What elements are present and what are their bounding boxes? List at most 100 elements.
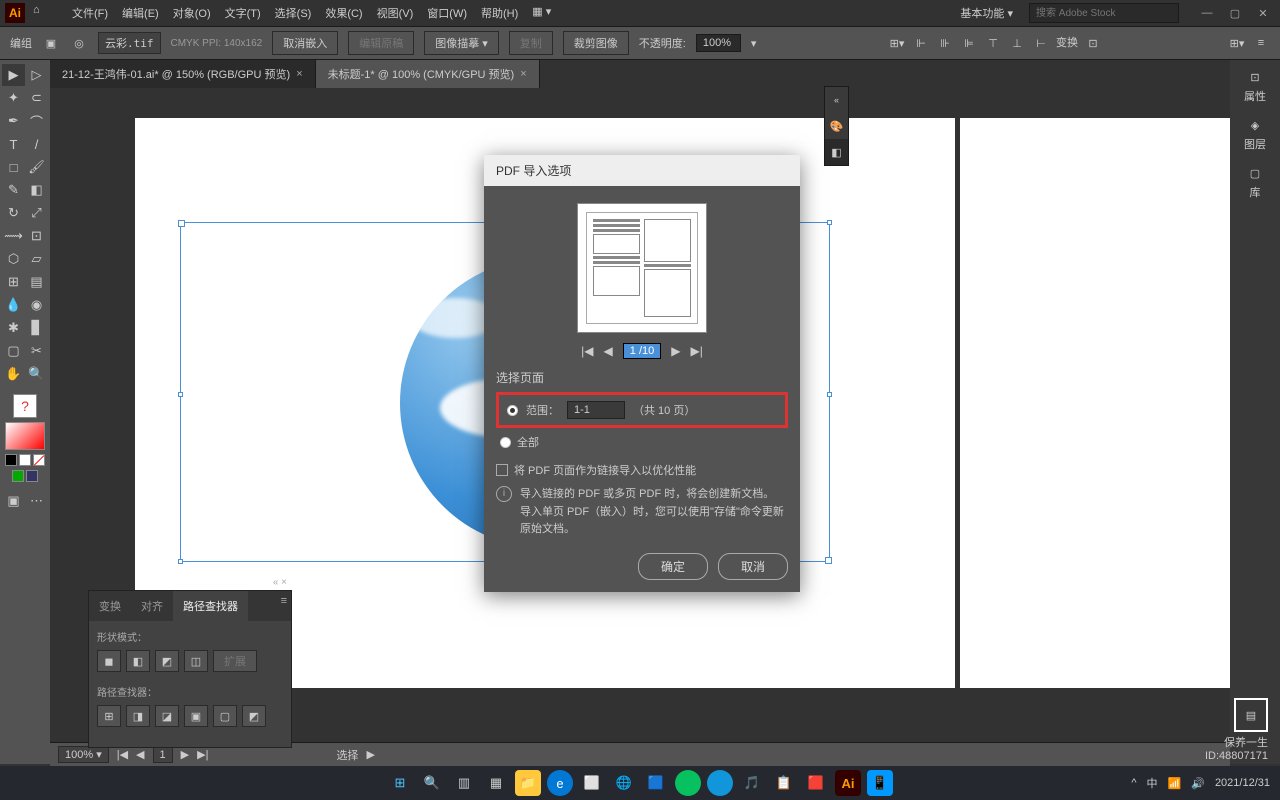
menu-file[interactable]: 文件(F) xyxy=(66,1,114,25)
libraries-panel-button[interactable]: ▢库 xyxy=(1246,164,1264,200)
illustrator-tb-icon[interactable]: Ai xyxy=(835,770,861,796)
range-radio[interactable] xyxy=(507,405,518,416)
cancel-embed-button[interactable]: 取消嵌入 xyxy=(272,31,338,55)
swatch-white[interactable] xyxy=(19,454,31,466)
fill-stroke-swatch[interactable] xyxy=(5,422,45,450)
range-input[interactable] xyxy=(567,401,625,419)
next-page-icon[interactable]: ▶ xyxy=(671,344,680,358)
swatch-none[interactable] xyxy=(33,454,45,466)
brush-tool[interactable]: 🖌 xyxy=(25,156,48,178)
workspace-dropdown[interactable]: 基本功能 ▾ xyxy=(952,3,1021,23)
close-button[interactable]: ✕ xyxy=(1251,4,1275,22)
swatch-icon[interactable]: ◧ xyxy=(825,139,848,165)
last-artboard-icon[interactable]: ▶| xyxy=(197,748,208,761)
app-icon-6[interactable]: 📋 xyxy=(771,770,797,796)
mesh-tool[interactable]: ⊞ xyxy=(2,271,25,293)
ok-button[interactable]: 确定 xyxy=(638,553,708,580)
line-tool[interactable]: / xyxy=(25,133,48,155)
panel-menu-icon[interactable]: ≡ xyxy=(1252,34,1270,52)
menu-object[interactable]: 对象(O) xyxy=(167,1,217,25)
type-tool[interactable]: T xyxy=(2,133,25,155)
layers-panel-button[interactable]: ◈图层 xyxy=(1244,116,1266,152)
tray-chevron-icon[interactable]: ^ xyxy=(1131,777,1136,789)
free-transform-tool[interactable]: ⊡ xyxy=(25,225,48,247)
linked-filename[interactable]: 云彩.tif xyxy=(98,32,161,54)
prev-page-icon[interactable]: ◀ xyxy=(604,344,613,358)
screen-mode-tool[interactable]: ▣ xyxy=(2,490,25,512)
chrome-icon[interactable]: 🌐 xyxy=(611,770,637,796)
app-icon-4[interactable] xyxy=(707,770,733,796)
scale-tool[interactable]: ⤢ xyxy=(25,202,48,224)
chevron-down-icon[interactable]: ▾ xyxy=(751,37,757,50)
menu-help[interactable]: 帮助(H) xyxy=(475,1,524,25)
eraser-tool[interactable]: ◧ xyxy=(25,179,48,201)
search-input[interactable] xyxy=(1029,3,1179,23)
app-icon-5[interactable]: 🎵 xyxy=(739,770,765,796)
pathfinder-tab[interactable]: 路径查找器 xyxy=(173,591,248,621)
blend-tool[interactable]: ◉ xyxy=(25,294,48,316)
color-icon[interactable]: 🎨 xyxy=(825,113,848,139)
widgets-icon[interactable]: ▦ xyxy=(483,770,509,796)
menu-select[interactable]: 选择(S) xyxy=(269,1,318,25)
prev-artboard-icon[interactable]: ◀ xyxy=(136,748,144,761)
align-left-icon[interactable]: ⊩ xyxy=(912,34,930,52)
missing-swatch[interactable]: ? xyxy=(13,394,37,418)
outline-icon[interactable]: ▢ xyxy=(213,705,237,727)
gradient-tool[interactable]: ▤ xyxy=(25,271,48,293)
ime-icon[interactable]: 中 xyxy=(1147,775,1158,791)
crop-button[interactable]: 裁剪图像 xyxy=(563,31,629,55)
app-logo[interactable]: Ai xyxy=(5,3,25,23)
maximize-button[interactable]: ▢ xyxy=(1223,4,1247,22)
clock[interactable]: 2021/12/31 xyxy=(1215,777,1270,789)
grid-icon[interactable]: ▦ ▾ xyxy=(526,1,557,25)
slice-tool[interactable]: ✂ xyxy=(25,340,48,362)
menu-edit[interactable]: 编辑(E) xyxy=(116,1,165,25)
app-icon-7[interactable]: 🟥 xyxy=(803,770,829,796)
minimize-button[interactable]: — xyxy=(1195,4,1219,22)
app-icon-2[interactable]: 🟦 xyxy=(643,770,669,796)
exclude-icon[interactable]: ◫ xyxy=(184,650,208,672)
floating-swatch-panel[interactable]: « 🎨 ◧ xyxy=(824,86,849,166)
start-icon[interactable]: ⊞ xyxy=(387,770,413,796)
minus-back-icon[interactable]: ◩ xyxy=(242,705,266,727)
page-indicator[interactable]: 1 /10 xyxy=(623,343,661,359)
link-icon[interactable]: ▣ xyxy=(42,34,60,52)
link-checkbox[interactable] xyxy=(496,464,508,476)
home-icon[interactable]: ⌂ xyxy=(33,4,51,22)
unite-icon[interactable]: ◼ xyxy=(97,650,121,672)
graph-tool[interactable]: ▊ xyxy=(25,317,48,339)
swatch-black[interactable] xyxy=(5,454,17,466)
minus-front-icon[interactable]: ◧ xyxy=(126,650,150,672)
transform-icon[interactable]: ⊡ xyxy=(1084,34,1102,52)
swatch-navy[interactable] xyxy=(26,470,38,482)
tab-1[interactable]: 21-12-王鸿伟-01.ai* @ 150% (RGB/GPU 预览)× xyxy=(50,60,316,88)
explorer-icon[interactable]: 📁 xyxy=(515,770,541,796)
menu-effect[interactable]: 效果(C) xyxy=(319,1,368,25)
image-trace-button[interactable]: 图像描摹 ▾ xyxy=(424,31,499,55)
symbol-tool[interactable]: ✱ xyxy=(2,317,25,339)
status-dropdown-icon[interactable]: ▶ xyxy=(366,748,374,761)
rotate-tool[interactable]: ↻ xyxy=(2,202,25,224)
search-tb-icon[interactable]: 🔍 xyxy=(419,770,445,796)
lasso-tool[interactable]: ⊂ xyxy=(25,87,48,109)
width-tool[interactable]: ⟿ xyxy=(2,225,25,247)
all-radio[interactable] xyxy=(500,437,511,448)
zoom-level[interactable]: 100% ▾ xyxy=(58,746,109,763)
app-icon-1[interactable]: ⬜ xyxy=(579,770,605,796)
panel-close-icon[interactable]: « xyxy=(825,87,848,113)
shaper-tool[interactable]: ✎ xyxy=(2,179,25,201)
pen-tool[interactable]: ✒ xyxy=(2,110,25,132)
align-center-icon[interactable]: ⊪ xyxy=(936,34,954,52)
intersect-icon[interactable]: ◩ xyxy=(155,650,179,672)
menu-type[interactable]: 文字(T) xyxy=(219,1,267,25)
properties-panel-button[interactable]: ⊡属性 xyxy=(1244,68,1266,104)
direct-select-tool[interactable]: ▷ xyxy=(25,64,48,86)
align-tab[interactable]: 对齐 xyxy=(131,591,173,621)
menu-window[interactable]: 窗口(W) xyxy=(421,1,473,25)
align-right-icon[interactable]: ⊫ xyxy=(960,34,978,52)
panel-collapse-icon[interactable]: « × xyxy=(273,577,287,588)
eyedropper-tool[interactable]: 💧 xyxy=(2,294,25,316)
edit-toolbar[interactable]: ⋯ xyxy=(25,490,48,512)
panel-menu-icon[interactable]: ≡ xyxy=(281,595,287,607)
close-icon[interactable]: × xyxy=(520,68,526,80)
